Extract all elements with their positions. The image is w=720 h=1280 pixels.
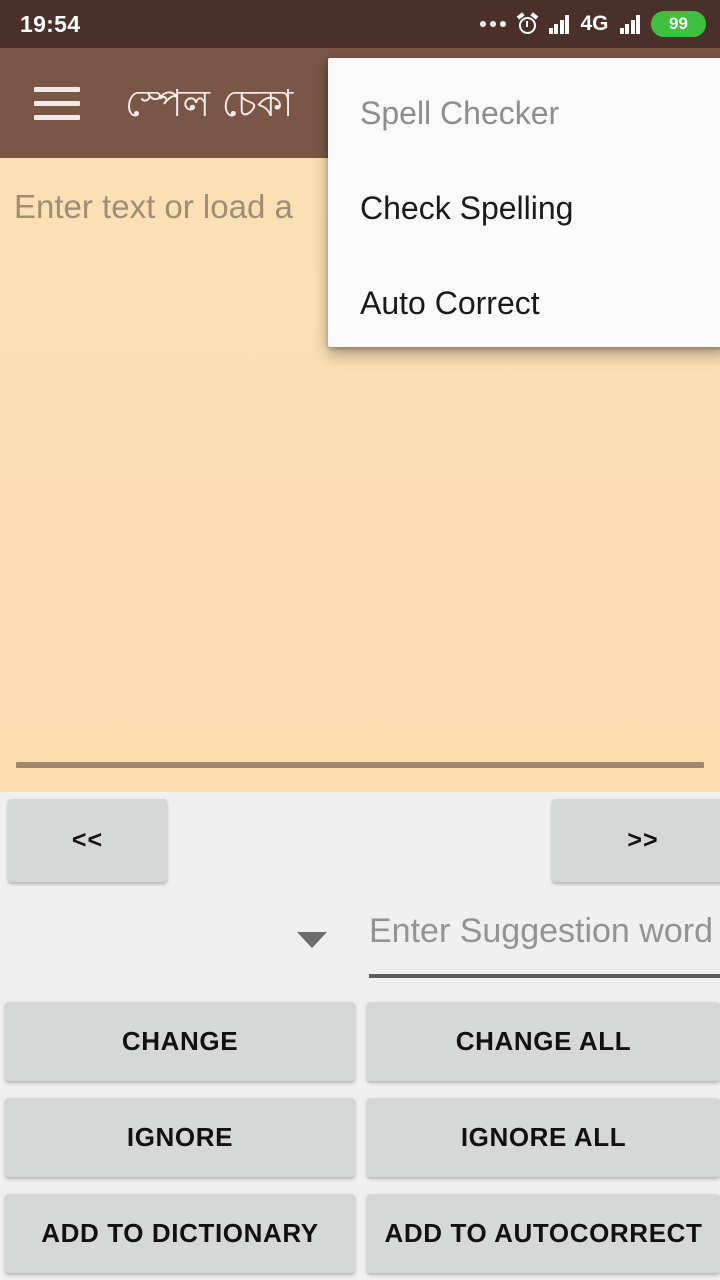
action-row: ADD TO DICTIONARY ADD TO AUTOCORRECT [0,1194,720,1280]
status-bar-icons: 4G 99 [479,11,706,37]
app-screen: 19:54 4G 99 স্পেল চেকা Enter text or loa… [0,0,720,1280]
signal-bars-icon-1 [548,14,570,34]
suggestion-input[interactable]: Enter Suggestion word [369,908,720,978]
battery-icon: 99 [651,11,706,37]
action-row: CHANGE CHANGE ALL [0,1002,720,1098]
word-navigation-row: << >> [0,799,720,884]
alarm-clock-icon [516,11,539,35]
menu-item-check-spelling[interactable]: Check Spelling [328,161,720,256]
suggestion-row: Enter Suggestion word [0,905,720,990]
next-word-button[interactable]: >> [552,799,720,882]
add-to-dictionary-button[interactable]: ADD TO DICTIONARY [5,1194,355,1273]
more-dots-icon [479,21,506,27]
network-type-label: 4G [580,12,609,35]
suggestion-spinner-chevron-down-icon[interactable] [297,932,327,948]
overflow-popup-menu: Spell Checker Check Spelling Auto Correc… [328,58,720,347]
action-button-grid: CHANGE CHANGE ALL IGNORE IGNORE ALL ADD … [0,1002,720,1280]
menu-item-auto-correct[interactable]: Auto Correct [328,256,720,347]
suggestion-input-placeholder: Enter Suggestion word [369,912,713,950]
status-bar: 19:54 4G 99 [0,0,720,48]
page-title: স্পেল চেকা [125,81,294,125]
add-to-autocorrect-button[interactable]: ADD TO AUTOCORRECT [367,1194,720,1273]
text-editor-underline [16,762,704,768]
previous-word-button[interactable]: << [8,799,167,882]
status-bar-clock: 19:54 [20,10,81,37]
change-button[interactable]: CHANGE [5,1002,355,1081]
signal-bars-icon-2 [619,14,640,34]
ignore-button[interactable]: IGNORE [5,1098,355,1177]
ignore-all-button[interactable]: IGNORE ALL [367,1098,720,1177]
hamburger-menu-icon[interactable] [34,86,80,120]
action-row: IGNORE IGNORE ALL [0,1098,720,1194]
change-all-button[interactable]: CHANGE ALL [367,1002,720,1081]
menu-item-spell-checker[interactable]: Spell Checker [328,66,720,161]
